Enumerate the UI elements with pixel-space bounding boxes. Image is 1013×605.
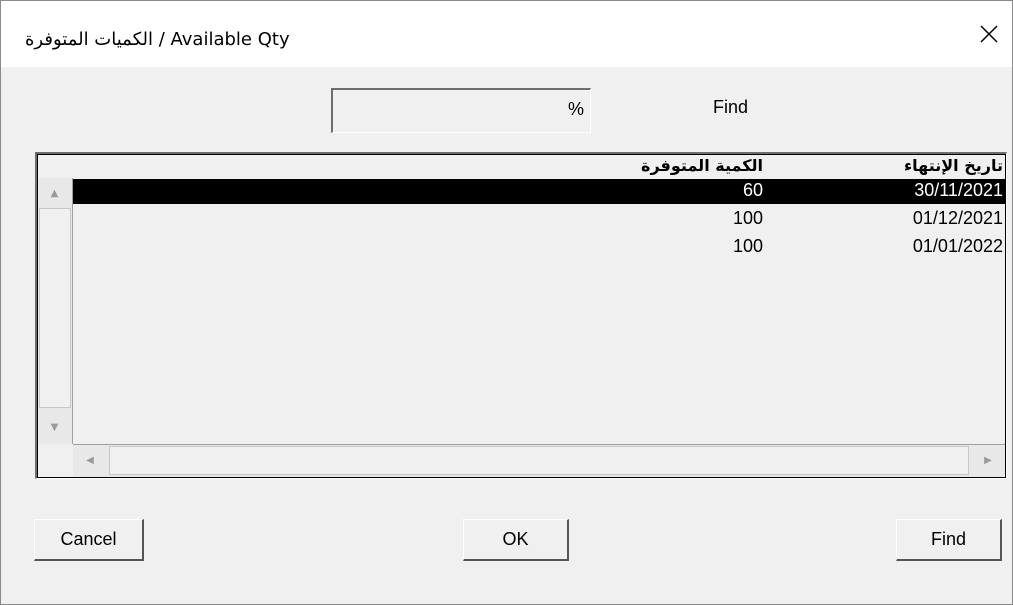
close-icon: [980, 25, 998, 43]
horizontal-scrollbar[interactable]: ◀ ▶: [73, 444, 1005, 477]
cell-expiry-date: 01/12/2021: [912, 208, 1003, 228]
search-input[interactable]: %: [331, 88, 591, 133]
ok-button[interactable]: OK: [463, 519, 569, 561]
scroll-down-button[interactable]: ▼: [38, 414, 71, 440]
close-button[interactable]: [966, 9, 1012, 59]
vertical-scrollbar[interactable]: ▲ ▼: [38, 178, 73, 444]
column-header-expiry-date[interactable]: تاريخ الإنتهاء: [904, 156, 1003, 175]
scroll-right-button[interactable]: ▶: [973, 445, 1003, 476]
table-row[interactable]: 100 01/12/2021: [73, 207, 1005, 232]
find-button[interactable]: Find: [896, 519, 1002, 561]
cell-quantity: 100: [732, 236, 763, 256]
scroll-left-button[interactable]: ◀: [75, 445, 105, 476]
cell-expiry-date: 01/01/2022: [912, 236, 1003, 256]
quantity-grid[interactable]: الكمية المتوفرة تاريخ الإنتهاء 60 30/11/…: [35, 152, 1007, 479]
table-row[interactable]: 100 01/01/2022: [73, 235, 1005, 260]
arrow-up-icon: ▲: [50, 187, 59, 199]
available-qty-dialog: الكميات المتوفرة / Available Qty % Find …: [0, 0, 1013, 605]
find-label: Find: [713, 97, 749, 117]
scroll-up-button[interactable]: ▲: [38, 180, 71, 206]
arrow-down-icon: ▼: [50, 421, 59, 433]
cell-quantity: 100: [732, 208, 763, 228]
arrow-left-icon: ◀: [86, 455, 94, 466]
table-row[interactable]: 60 30/11/2021: [73, 179, 1005, 204]
cell-quantity: 60: [742, 180, 763, 200]
arrow-right-icon: ▶: [984, 455, 992, 466]
window-title: الكميات المتوفرة / Available Qty: [25, 29, 290, 50]
cell-expiry-date: 30/11/2021: [914, 180, 1003, 200]
grid-body: الكمية المتوفرة تاريخ الإنتهاء 60 30/11/…: [37, 154, 1006, 478]
column-header-quantity[interactable]: الكمية المتوفرة: [641, 156, 763, 175]
title-bar: الكميات المتوفرة / Available Qty: [1, 1, 1012, 67]
vertical-scroll-thumb[interactable]: [39, 208, 71, 408]
horizontal-scroll-thumb[interactable]: [109, 446, 969, 475]
cancel-button[interactable]: Cancel: [34, 519, 144, 561]
grid-header: الكمية المتوفرة تاريخ الإنتهاء: [73, 155, 1005, 177]
